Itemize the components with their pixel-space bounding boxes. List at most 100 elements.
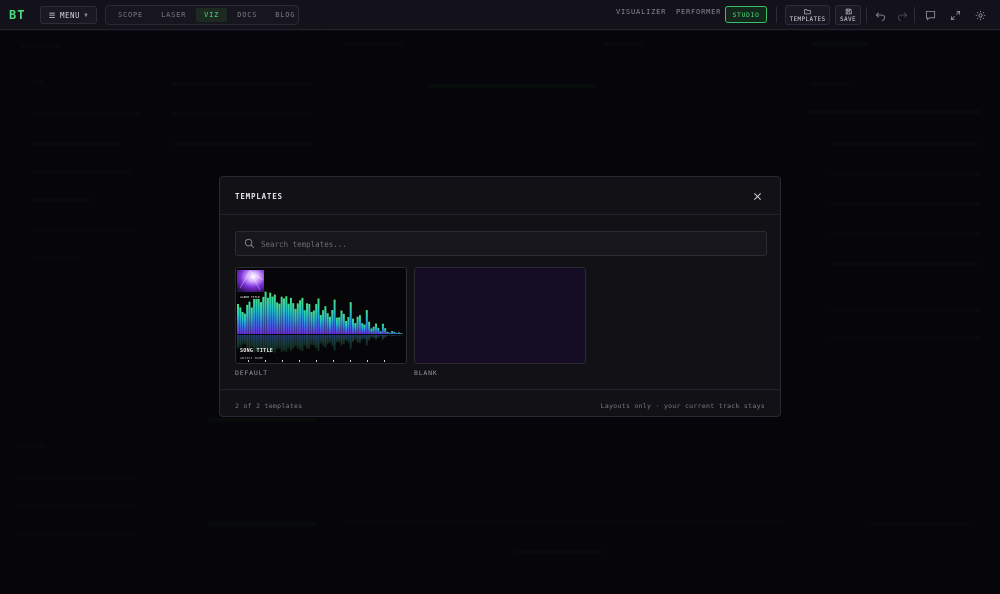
spectrum-reflection-bar: [338, 335, 341, 343]
spectrum-reflection-bar: [310, 335, 313, 345]
spectrum-reflection-bar: [379, 335, 382, 337]
spectrum-bar: [322, 310, 325, 334]
preview-song-title: SONG TITLE: [240, 348, 274, 354]
spectrum-bar: [241, 311, 244, 334]
spectrum-reflection-bar: [246, 335, 249, 349]
save-icon: [845, 8, 852, 14]
spectrum-bar: [257, 297, 260, 334]
close-button[interactable]: [751, 190, 763, 202]
toolbar-divider: [776, 7, 777, 23]
spectrum-reflection-bar: [324, 335, 327, 348]
fullscreen-button[interactable]: [948, 8, 962, 22]
spectrum-bar: [333, 299, 336, 334]
spectrum-bar: [391, 331, 394, 334]
spectrum-bar: [255, 296, 258, 334]
spectrum-bar: [312, 310, 315, 334]
spectrum-bar: [370, 328, 373, 334]
chevron-down-icon: ▼: [84, 11, 89, 19]
mode-studio[interactable]: STUDIO: [725, 6, 767, 23]
spectrum-bar: [395, 333, 398, 334]
tab-docs[interactable]: DOCS: [229, 8, 265, 22]
spectrum-reflection-bar: [241, 335, 244, 345]
spectrum-bar: [398, 332, 400, 334]
spectrum-reflection-bar: [312, 335, 315, 346]
spectrum-bar: [329, 316, 331, 334]
chat-icon: [925, 10, 935, 20]
spectrum-reflection-bar: [306, 335, 308, 349]
preview-artist-name: ARTIST NAME: [240, 356, 264, 360]
mode-visualizer[interactable]: VISUALIZER: [616, 8, 666, 16]
spectrum-bar: [269, 292, 272, 334]
spectrum-reflection-bar: [331, 335, 334, 346]
tab-laser[interactable]: LASER: [153, 8, 194, 22]
dialog-header: TEMPLATES: [220, 177, 780, 215]
spectrum-reflection-bar: [243, 335, 246, 345]
spectrum-reflection-bar: [342, 335, 345, 345]
undo-button[interactable]: [873, 8, 887, 22]
spectrum-bar: [375, 323, 377, 334]
spectrum-bar: [294, 308, 297, 334]
spectrum-bar: [301, 297, 304, 334]
spectrum-reflection-bar: [289, 335, 292, 352]
spectrum-reflection-bar: [354, 335, 357, 340]
spectrum-bar: [289, 297, 292, 334]
spectrum-bar: [379, 331, 382, 334]
templates-button[interactable]: TEMPLATES: [785, 5, 830, 25]
expand-icon: [950, 10, 960, 20]
spectrum-bar: [280, 296, 283, 334]
redo-icon: [897, 11, 907, 21]
comments-button[interactable]: [923, 8, 937, 22]
spectrum-bar: [248, 301, 251, 334]
spectrum-bar: [358, 315, 361, 334]
spectrum-bar: [315, 304, 318, 334]
spectrum-bar: [340, 310, 343, 334]
spectrum-bar: [250, 307, 253, 334]
timeline-tick: [282, 360, 283, 362]
spectrum-reflection-bar: [294, 335, 297, 347]
tab-viz[interactable]: VIZ: [196, 8, 228, 22]
template-card-blank[interactable]: [414, 267, 586, 364]
tab-blog[interactable]: BLOG: [267, 8, 303, 22]
mode-performer[interactable]: PERFORMER: [676, 8, 721, 16]
spectrum-bar: [310, 311, 313, 334]
folder-icon: [804, 8, 811, 14]
spectrum-bar: [260, 302, 262, 334]
spectrum-bar: [400, 333, 403, 334]
menu-button[interactable]: ☰ MENU ▼: [40, 6, 97, 24]
spectrum-bar: [393, 331, 396, 334]
spectrum-bar: [278, 303, 281, 334]
spectrum-reflection-bar: [356, 335, 359, 343]
settings-button[interactable]: [973, 8, 987, 22]
spectrum-bar: [347, 317, 350, 334]
tab-scope[interactable]: SCOPE: [110, 8, 151, 22]
spectrum-reflection-bar: [303, 335, 306, 346]
footer-note: Layouts only · your current track stays: [600, 402, 765, 410]
spectrum-bar: [381, 323, 384, 334]
spectrum-reflection-bar: [278, 335, 281, 349]
template-label-blank: BLANK: [414, 369, 438, 377]
spectrum-reflection-bar: [326, 335, 329, 345]
spectrum-reflection-bar: [315, 335, 318, 349]
spectrum-reflection-bar: [372, 335, 375, 339]
spectrum-bar: [372, 326, 375, 334]
spectrum-reflection-bar: [365, 335, 368, 346]
spectrum-bar: [299, 300, 302, 334]
spectrum-bar: [335, 317, 338, 334]
app-logo[interactable]: BT: [9, 8, 25, 22]
spectrum-reflection-bar: [345, 335, 348, 341]
spectrum-reflection-bar: [386, 335, 389, 336]
top-bar: BT ☰ MENU ▼ SCOPE LASER VIZ DOCS BLOG VI…: [0, 0, 1000, 30]
save-button[interactable]: SAVE: [835, 5, 861, 25]
spectrum-reflection-bar: [368, 335, 371, 341]
spectrum-bar: [266, 297, 269, 334]
spectrum-bar: [368, 321, 371, 334]
template-card-default[interactable]: ALBUM TITLE SONG TITLE ARTIST NAME: [235, 267, 407, 364]
spectrum-reflection-bar: [381, 335, 384, 340]
spectrum-bar: [386, 331, 389, 334]
close-icon: [753, 192, 761, 200]
spectrum-reflection-bar: [280, 335, 283, 352]
gear-icon: [975, 10, 985, 20]
spectrum-bar: [331, 310, 334, 334]
search-input[interactable]: [261, 236, 741, 252]
redo-button[interactable]: [895, 8, 909, 22]
